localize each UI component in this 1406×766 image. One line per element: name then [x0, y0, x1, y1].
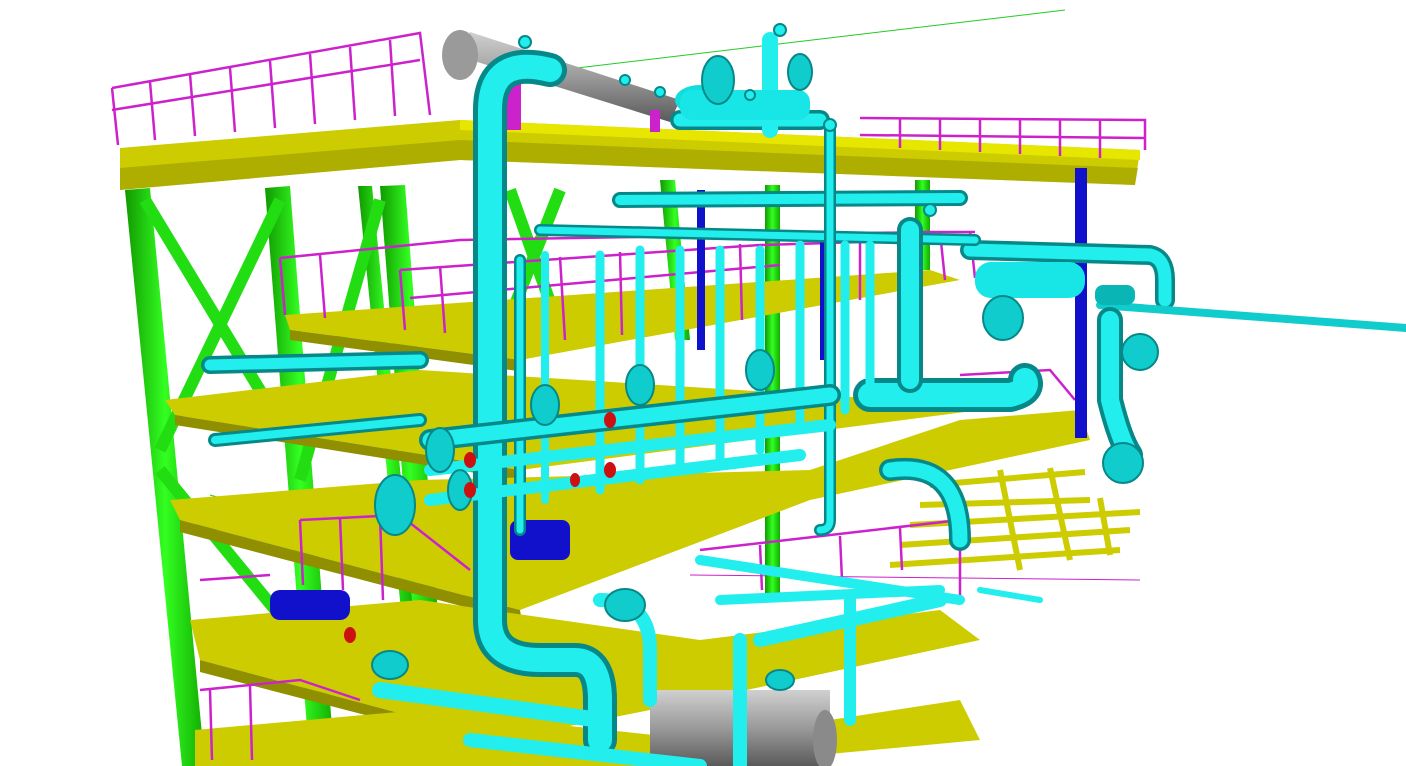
3d-model-viewport[interactable]: [0, 0, 1406, 766]
top-deck: [120, 120, 1140, 190]
plant-model-render: [110, 9, 1406, 766]
